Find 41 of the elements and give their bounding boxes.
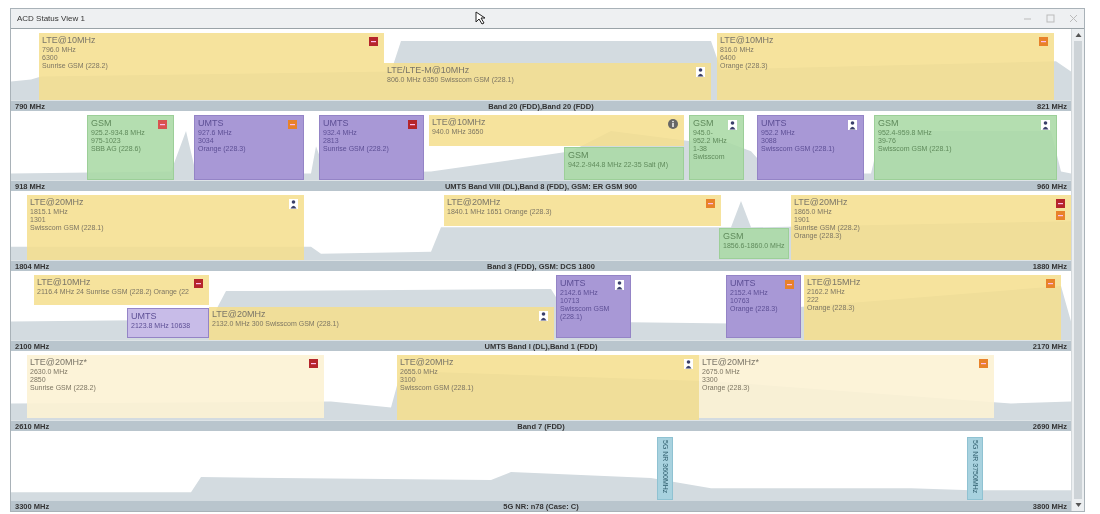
- channel-title: UMTS: [131, 310, 157, 322]
- channel-title: LTE@10MHz: [42, 35, 96, 46]
- channel-title: LTE@20MHz: [30, 197, 84, 209]
- channel-title: GSM: [91, 118, 112, 130]
- channel-title: LTE@20MHz*: [30, 357, 87, 369]
- channel-title: UMTS: [730, 278, 756, 290]
- person-icon: [848, 120, 857, 131]
- channel-title: UMTS: [761, 118, 787, 130]
- channel-title: UMTS: [560, 278, 586, 290]
- channel-title: LTE@20MHz: [447, 197, 501, 209]
- person-icon: [289, 199, 298, 210]
- channel-title: LTE@15MHz: [807, 277, 861, 289]
- cursor-icon: [475, 11, 487, 25]
- channel-title: LTE/LTE-M@10MHz: [387, 65, 470, 77]
- channel-title: UMTS: [198, 118, 224, 130]
- channel-title: LTE@10MHz: [720, 35, 774, 46]
- channel-title: LTE@20MHz*: [702, 357, 759, 369]
- scroll-up-icon[interactable]: [1073, 31, 1083, 39]
- window-title: ACD Status View 1: [17, 14, 85, 23]
- channel-title: LTE@20MHz: [400, 357, 454, 369]
- person-icon: [684, 359, 693, 370]
- person-icon: [728, 120, 737, 131]
- channel-title: LTE@20MHz: [212, 308, 266, 320]
- person-icon: [696, 67, 705, 78]
- channel-title: GSM: [723, 230, 744, 242]
- channel-title: LTE@10MHz: [432, 117, 486, 129]
- channel-title: LTE@20MHz: [794, 197, 848, 209]
- info-icon: [668, 119, 678, 130]
- maximize-icon[interactable]: [1046, 14, 1055, 23]
- scrollbar[interactable]: [1071, 29, 1084, 511]
- person-icon: [1041, 120, 1050, 131]
- channel-title: UMTS: [323, 118, 349, 130]
- person-icon: [539, 310, 548, 321]
- close-icon[interactable]: [1069, 14, 1078, 23]
- scroll-thumb[interactable]: [1074, 41, 1082, 499]
- channel-title: GSM: [878, 118, 899, 130]
- person-icon: [615, 280, 624, 291]
- channel-title: LTE@10MHz: [37, 277, 91, 289]
- channel-title: GSM: [568, 149, 589, 161]
- channel-title: GSM: [693, 118, 714, 130]
- scroll-down-icon[interactable]: [1073, 501, 1083, 509]
